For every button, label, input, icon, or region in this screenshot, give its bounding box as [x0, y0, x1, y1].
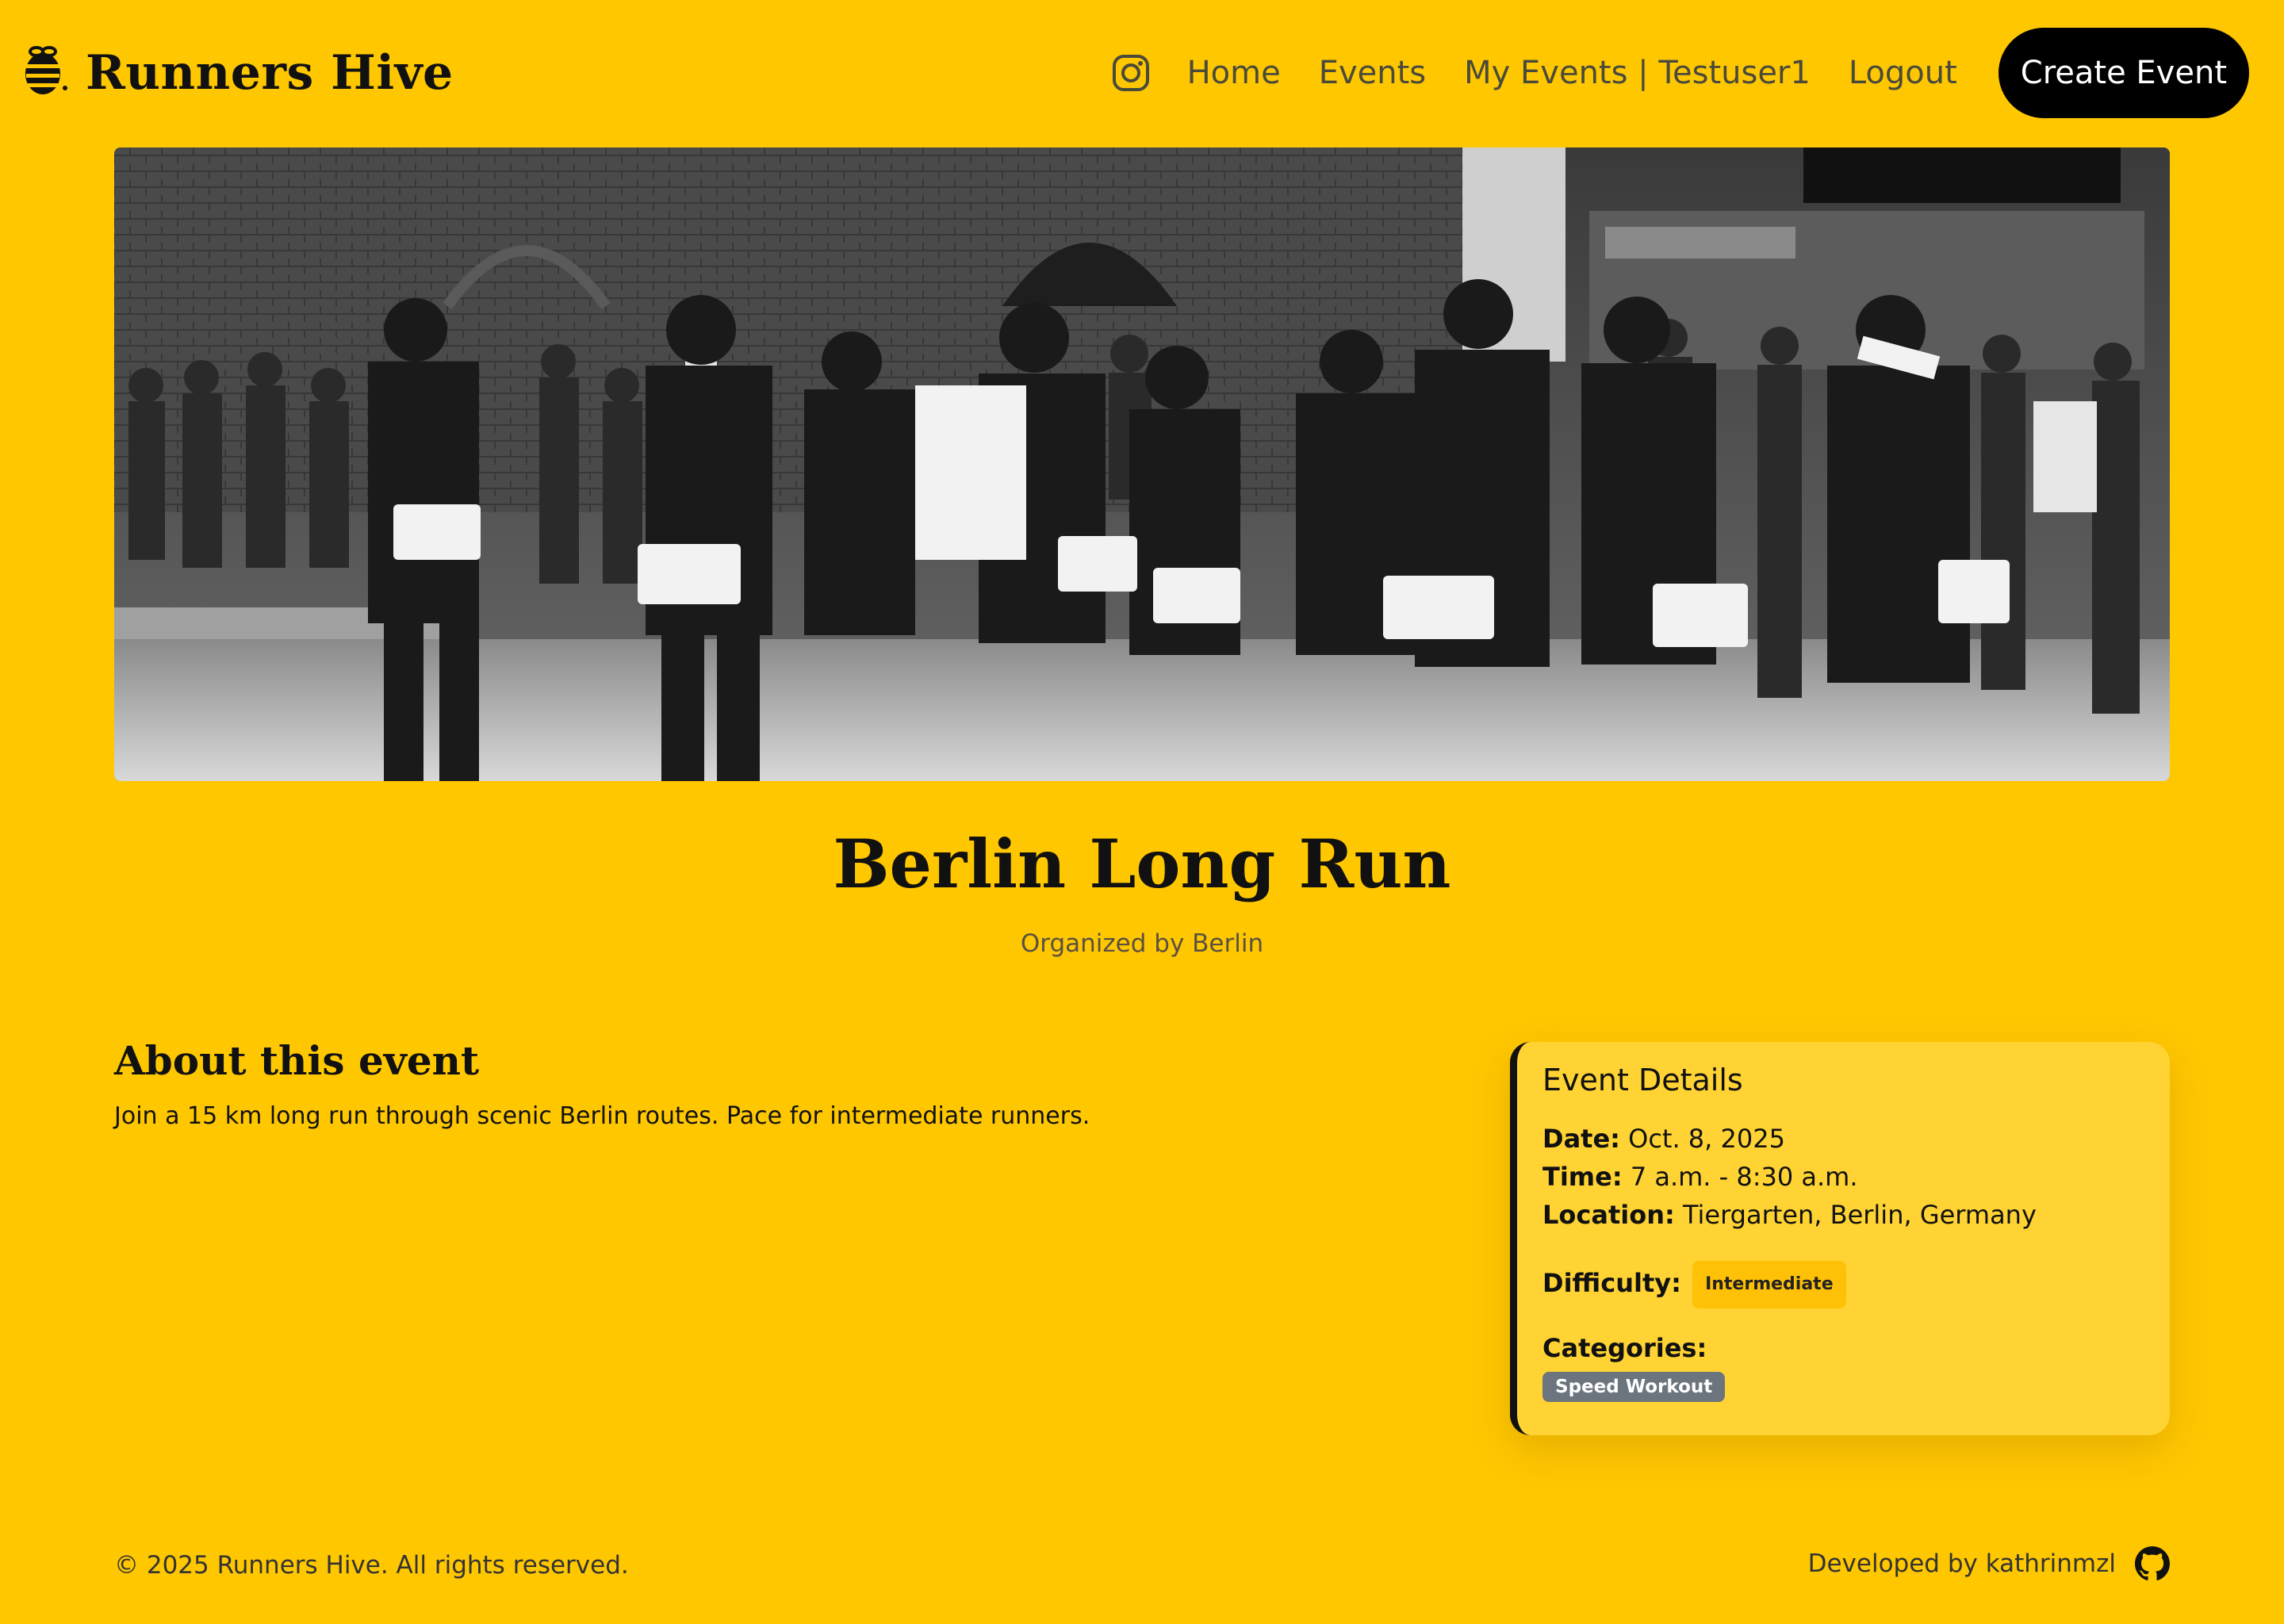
time-value: 7 a.m. - 8:30 a.m. — [1630, 1162, 1858, 1192]
date-row: Date: Oct. 8, 2025 — [1542, 1120, 2144, 1158]
event-details-title: Event Details — [1542, 1063, 1743, 1097]
difficulty-badge: Intermediate — [1692, 1261, 1846, 1308]
event-organizer: Organized by Berlin — [1020, 929, 1264, 958]
navbar: Runners Hive Home Events My Events | Tes… — [0, 0, 2284, 146]
github-icon[interactable] — [2135, 1546, 2170, 1581]
brand[interactable]: Runners Hive — [19, 44, 454, 102]
page: Runners Hive Home Events My Events | Tes… — [0, 0, 2284, 1624]
difficulty-row: Difficulty: Intermediate — [1542, 1261, 2144, 1308]
time-row: Time: 7 a.m. - 8:30 a.m. — [1542, 1158, 2144, 1196]
nav-logout-link[interactable]: Logout — [1849, 55, 1957, 91]
location-row: Location: Tiergarten, Berlin, Germany — [1542, 1196, 2144, 1234]
about-heading: About this event — [114, 1037, 480, 1084]
nav-events-link[interactable]: Events — [1319, 55, 1426, 91]
categories-label: Categories: — [1542, 1333, 1707, 1363]
event-title: Berlin Long Run — [833, 825, 1451, 903]
location-value: Tiergarten, Berlin, Germany — [1682, 1200, 2037, 1230]
footer-credit: Developed by kathrinmzl — [1808, 1546, 2170, 1581]
nav-home-link[interactable]: Home — [1187, 55, 1281, 91]
nav-menu: Home Events My Events | Testuser1 Logout… — [1111, 28, 2249, 118]
about-text: Join a 15 km long run through scenic Ber… — [114, 1102, 1090, 1130]
category-badge: Speed Workout — [1542, 1372, 1726, 1402]
date-label: Date: — [1542, 1124, 1620, 1154]
date-value: Oct. 8, 2025 — [1628, 1124, 1785, 1154]
create-event-button[interactable]: Create Event — [1998, 28, 2249, 118]
event-details-card: Event Details Date: Oct. 8, 2025 Time: 7… — [1510, 1042, 2170, 1435]
time-label: Time: — [1542, 1162, 1623, 1192]
bee-icon — [19, 44, 71, 102]
developer-credit: Developed by kathrinmzl — [1807, 1549, 2116, 1578]
difficulty-label: Difficulty: — [1542, 1268, 1681, 1298]
hero-image — [114, 147, 2170, 781]
nav-my-events-link[interactable]: My Events | Testuser1 — [1464, 55, 1811, 91]
brand-name: Runners Hive — [86, 45, 454, 101]
instagram-icon[interactable] — [1111, 53, 1151, 93]
location-label: Location: — [1542, 1200, 1675, 1230]
footer-copyright: © 2025 Runners Hive. All rights reserved… — [114, 1551, 629, 1580]
